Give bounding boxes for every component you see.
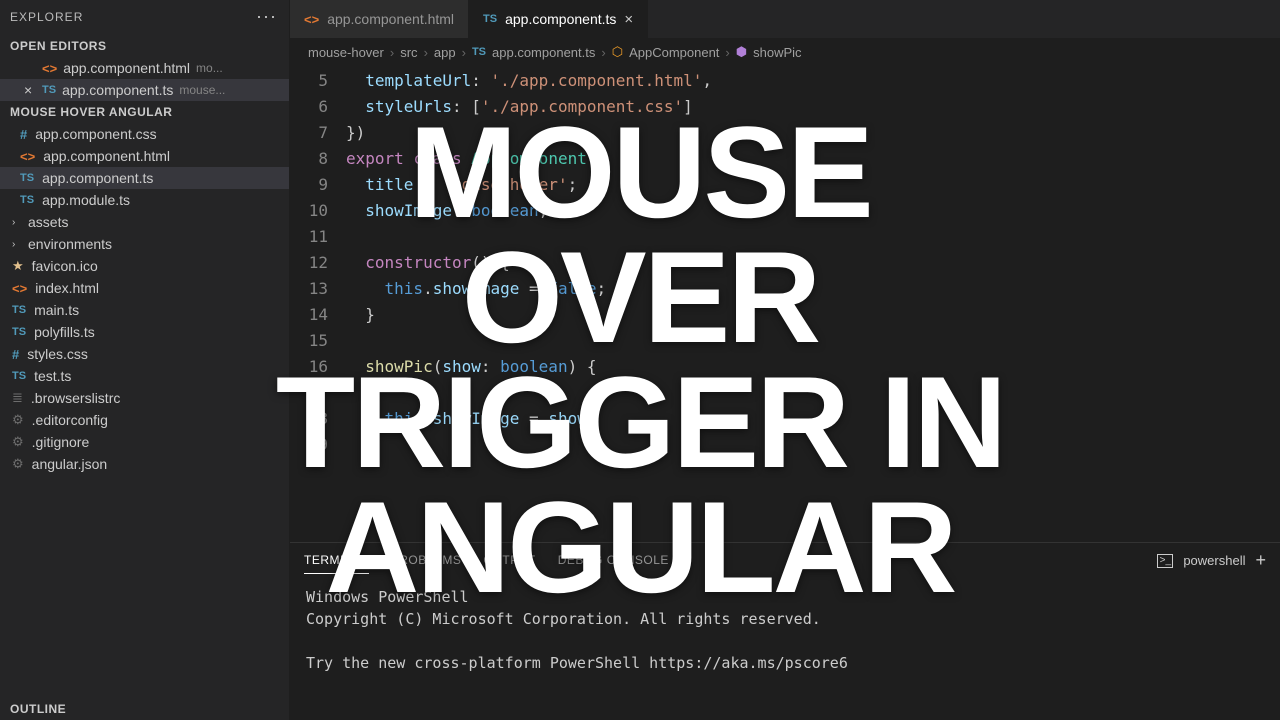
outline-section[interactable]: OUTLINE [0, 698, 289, 720]
main-area: <> app.component.html TS app.component.t… [290, 0, 1280, 720]
open-editor-item[interactable]: <> app.component.html mo... [0, 57, 289, 79]
folder-item[interactable]: ›assets [0, 211, 289, 233]
folder-item[interactable]: ›environments [0, 233, 289, 255]
tab-label: app.component.html [327, 11, 454, 27]
tab-label: app.component.ts [505, 11, 616, 27]
ts-file-icon: TS [483, 13, 497, 25]
favicon-icon: ★ [12, 258, 24, 274]
chevron-right-icon: › [12, 239, 22, 250]
file-item[interactable]: <>app.component.html [0, 145, 289, 167]
html-file-icon: <> [12, 281, 27, 296]
html-file-icon: <> [20, 149, 35, 164]
shell-name[interactable]: powershell [1183, 553, 1245, 568]
close-icon[interactable]: × [24, 82, 36, 98]
bottom-panel: TERMINAL PROBLEMS OUTPUT DEBUG CONSOLE >… [290, 542, 1280, 720]
code-content[interactable]: templateUrl: './app.component.html', sty… [346, 66, 1280, 542]
file-item[interactable]: ⚙angular.json [0, 453, 289, 475]
powershell-icon: >_ [1157, 554, 1173, 568]
open-editor-hint: mouse... [179, 83, 225, 97]
html-file-icon: <> [42, 61, 57, 76]
open-editor-item[interactable]: × TS app.component.ts mouse... [0, 79, 289, 101]
new-terminal-button[interactable]: + [1255, 550, 1266, 571]
more-actions-icon[interactable]: ··· [256, 6, 277, 27]
file-item[interactable]: TSmain.ts [0, 299, 289, 321]
file-item[interactable]: TSpolyfills.ts [0, 321, 289, 343]
terminal-output[interactable]: Windows PowerShellCopyright (C) Microsof… [290, 574, 1280, 720]
tab-app-component-ts[interactable]: TS app.component.ts × [469, 0, 648, 38]
file-item[interactable]: ★favicon.ico [0, 255, 289, 277]
gear-icon: ⚙ [12, 434, 24, 450]
open-editor-label: app.component.html [63, 60, 190, 76]
panel-tab-debug[interactable]: DEBUG CONSOLE [558, 547, 669, 574]
ts-file-icon: TS [472, 46, 486, 58]
css-file-icon: # [12, 347, 19, 362]
css-file-icon: # [20, 127, 27, 142]
class-icon: ⬡ [612, 44, 623, 60]
file-item[interactable]: ⚙.gitignore [0, 431, 289, 453]
method-icon: ⬢ [736, 44, 747, 60]
chevron-right-icon: › [12, 217, 22, 228]
panel-tab-terminal[interactable]: TERMINAL [304, 547, 369, 574]
file-item[interactable]: #styles.css [0, 343, 289, 365]
file-item[interactable]: ⚙.editorconfig [0, 409, 289, 431]
editor-tabs: <> app.component.html TS app.component.t… [290, 0, 1280, 38]
gear-icon: ⚙ [12, 456, 24, 472]
explorer-sidebar: EXPLORER ··· OPEN EDITORS <> app.compone… [0, 0, 290, 720]
explorer-title: EXPLORER [10, 10, 83, 24]
file-item[interactable]: TStest.ts [0, 365, 289, 387]
breadcrumb[interactable]: mouse-hover› src› app› TS app.component.… [290, 38, 1280, 66]
file-item[interactable]: ≣.browserslistrc [0, 387, 289, 409]
code-editor[interactable]: 5678910111213141516171819 templateUrl: '… [290, 66, 1280, 542]
ts-file-icon: TS [20, 194, 34, 206]
html-file-icon: <> [304, 12, 319, 27]
panel-tab-output[interactable]: OUTPUT [483, 547, 535, 574]
project-section[interactable]: MOUSE HOVER ANGULAR [0, 101, 289, 123]
open-editor-label: app.component.ts [62, 82, 173, 98]
tab-app-component-html[interactable]: <> app.component.html [290, 0, 469, 38]
file-item[interactable]: <>index.html [0, 277, 289, 299]
ts-file-icon: TS [20, 172, 34, 184]
gear-icon: ⚙ [12, 412, 24, 428]
panel-tab-problems[interactable]: PROBLEMS [391, 547, 462, 574]
file-item[interactable]: TSapp.component.ts [0, 167, 289, 189]
line-numbers: 5678910111213141516171819 [290, 66, 346, 542]
file-item[interactable]: TSapp.module.ts [0, 189, 289, 211]
open-editor-hint: mo... [196, 61, 223, 75]
ts-file-icon: TS [12, 370, 26, 382]
open-editors-section[interactable]: OPEN EDITORS [0, 35, 289, 57]
config-file-icon: ≣ [12, 390, 23, 406]
ts-file-icon: TS [12, 326, 26, 338]
file-item[interactable]: #app.component.css [0, 123, 289, 145]
ts-file-icon: TS [42, 84, 56, 96]
ts-file-icon: TS [12, 304, 26, 316]
close-icon[interactable]: × [624, 11, 633, 28]
